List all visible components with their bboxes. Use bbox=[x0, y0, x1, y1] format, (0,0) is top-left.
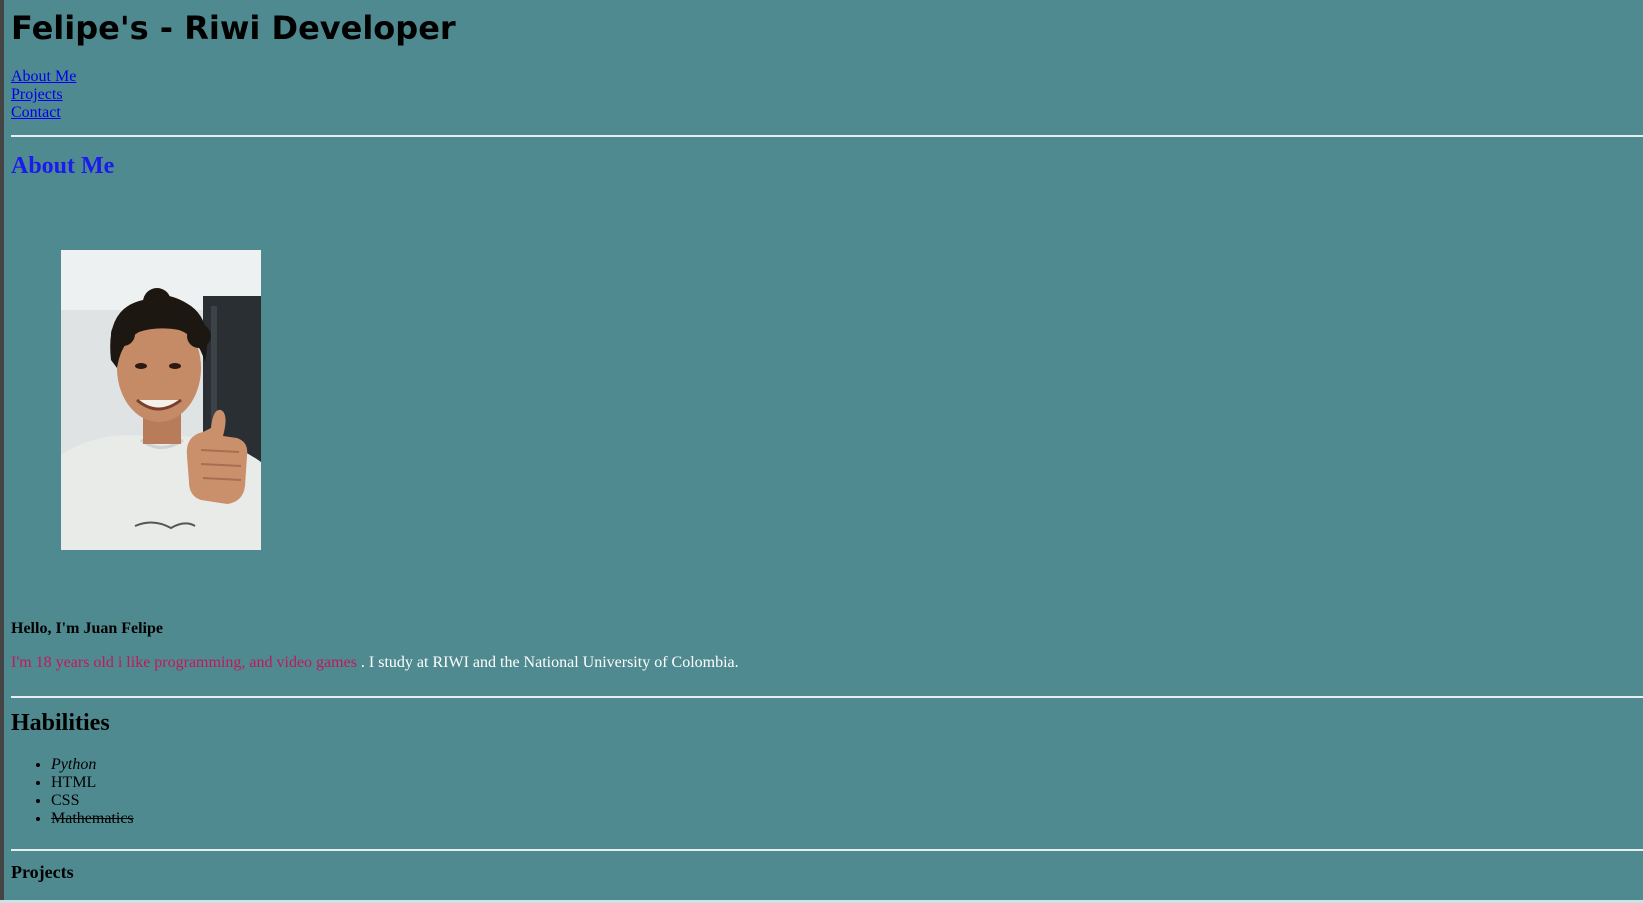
list-item-html: HTML bbox=[51, 774, 134, 792]
nav-link-about-me[interactable]: About Me bbox=[11, 68, 76, 86]
skills-list: Python HTML CSS Mathematics bbox=[11, 756, 134, 828]
bio-highlight-text: I'm 18 years old i like programming, and… bbox=[11, 654, 357, 671]
bio-text: . I study at RIWI and the National Unive… bbox=[356, 654, 739, 671]
main-nav: About Me Projects Contact bbox=[11, 68, 76, 122]
projects-heading: Projects bbox=[11, 862, 74, 882]
about-me-heading: About Me bbox=[11, 153, 115, 179]
divider bbox=[11, 849, 1643, 851]
divider bbox=[11, 135, 1643, 137]
habilities-heading: Habilities bbox=[11, 710, 110, 736]
page-title: Felipe's - Riwi Developer bbox=[11, 9, 456, 47]
list-item-python: Python bbox=[51, 756, 134, 774]
greeting-text: Hello, I'm Juan Felipe bbox=[11, 620, 163, 637]
divider bbox=[11, 696, 1643, 698]
nav-link-contact[interactable]: Contact bbox=[11, 104, 76, 122]
list-item-css: CSS bbox=[51, 792, 134, 810]
profile-photo bbox=[61, 250, 261, 550]
list-item-mathematics: Mathematics bbox=[51, 810, 134, 828]
window-left-edge bbox=[0, 0, 4, 903]
nav-link-projects[interactable]: Projects bbox=[11, 86, 76, 104]
bio-paragraph: I'm 18 years old i like programming, and… bbox=[11, 653, 739, 673]
